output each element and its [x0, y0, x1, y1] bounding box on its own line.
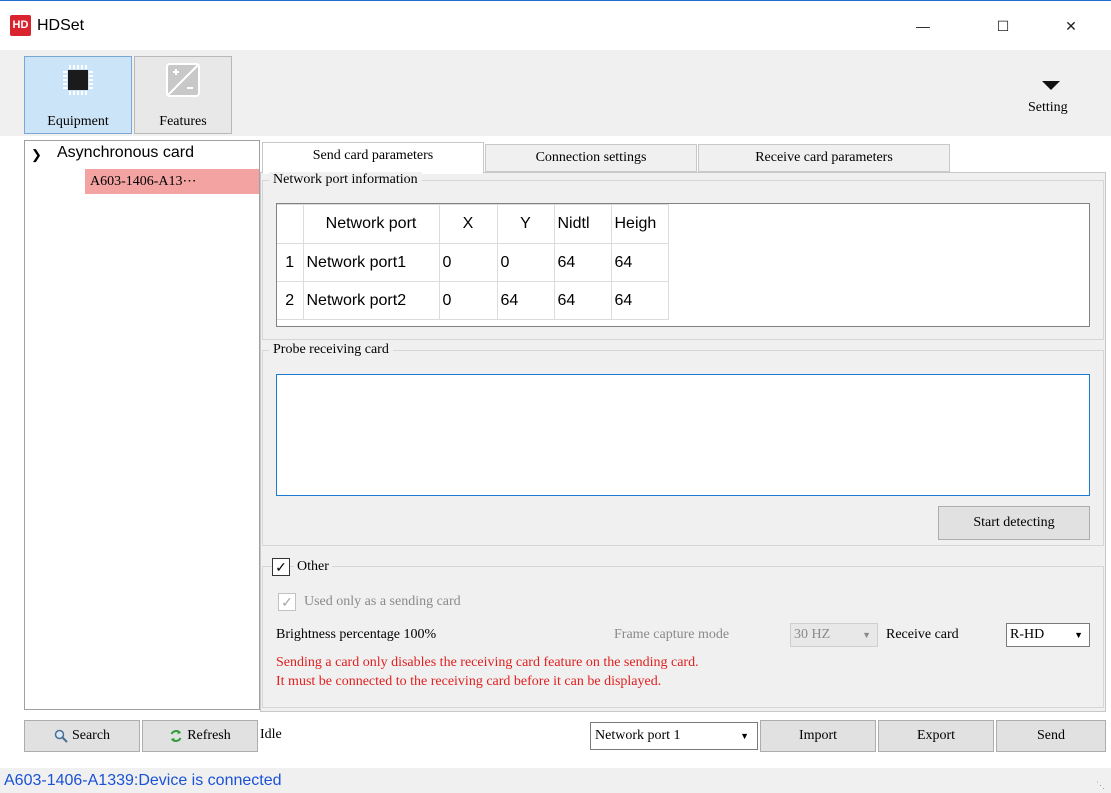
start-detecting-button[interactable]: Start detecting — [938, 506, 1090, 540]
plus-minus-icon — [166, 63, 200, 97]
tree-root-item[interactable]: Asynchronous card — [57, 144, 194, 162]
tree-device-item[interactable]: A603-1406-A13⋯ — [85, 169, 259, 194]
caret-down-icon[interactable] — [1042, 81, 1060, 90]
tab-send-card-parameters[interactable]: Send card parameters — [262, 142, 484, 174]
title-bar: HD HDSet — ☐ ✕ — [0, 0, 1111, 50]
probe-group-title: Probe receiving card — [269, 342, 393, 358]
tab-connection-settings[interactable]: Connection settings — [485, 144, 697, 172]
table-header-row: Network port X Y Nidtl Heigh — [277, 204, 669, 244]
table-row[interactable]: 1 Network port1 0 0 64 64 — [277, 243, 669, 282]
cell-y[interactable]: 64 — [496, 281, 555, 320]
column-header-x: X — [438, 204, 498, 244]
chevron-down-icon: ▼ — [862, 630, 871, 640]
row-index: 2 — [277, 281, 304, 320]
cell-height[interactable]: 64 — [610, 243, 669, 282]
cell-x[interactable]: 0 — [438, 281, 498, 320]
chevron-down-icon[interactable]: ❯ — [31, 147, 42, 163]
send-only-checkbox[interactable]: ✓ — [278, 593, 296, 611]
network-port-group-title: Network port information — [269, 172, 422, 188]
brightness-percentage-label: Brightness percentage 100% — [276, 627, 437, 642]
row-index: 1 — [277, 243, 304, 282]
refresh-button[interactable]: Refresh — [142, 720, 258, 752]
window-title: HDSet — [37, 17, 85, 34]
search-label: Search — [71, 728, 111, 743]
cell-port[interactable]: Network port2 — [302, 281, 440, 320]
magnifier-icon — [54, 729, 68, 743]
receive-card-label: Receive card — [886, 627, 959, 642]
device-tree: ❯ Asynchronous card A603-1406-A13⋯ — [24, 140, 260, 710]
refresh-label: Refresh — [187, 728, 231, 743]
tab-receive-card-parameters[interactable]: Receive card parameters — [698, 144, 950, 172]
send-button[interactable]: Send — [996, 720, 1106, 752]
resize-grip-icon[interactable]: ⋱ — [1096, 780, 1106, 790]
network-port-select-value: Network port 1 — [595, 728, 681, 743]
search-button[interactable]: Search — [24, 720, 140, 752]
hd-logo-icon: HD — [10, 15, 31, 36]
column-header-y: Y — [496, 204, 555, 244]
warning-text-line1: Sending a card only disables the receivi… — [276, 655, 699, 670]
cell-y[interactable]: 0 — [496, 243, 555, 282]
cell-port[interactable]: Network port1 — [302, 243, 440, 282]
features-button[interactable]: Features — [134, 56, 232, 134]
cell-x[interactable]: 0 — [438, 243, 498, 282]
setting-menu[interactable]: Setting — [1028, 100, 1068, 116]
frame-capture-value: 30 HZ — [794, 627, 831, 642]
other-checkbox[interactable]: ✓ — [272, 558, 290, 576]
warning-text-line2: It must be connected to the receiving ca… — [276, 674, 662, 689]
column-header-height: Heigh — [610, 204, 669, 244]
import-button[interactable]: Import — [760, 720, 876, 752]
minimize-button[interactable]: — — [900, 11, 946, 41]
close-button[interactable]: ✕ — [1048, 11, 1094, 41]
toolbar: Equipment Features — [0, 50, 1111, 136]
network-port-select[interactable]: Network port 1 ▼ — [590, 722, 758, 750]
frame-capture-label: Frame capture mode — [614, 627, 730, 642]
chevron-down-icon: ▼ — [1074, 630, 1083, 640]
chip-icon — [63, 65, 93, 95]
status-idle-text: Idle — [260, 727, 282, 742]
column-header-width: Nidtl — [553, 204, 612, 244]
receive-card-select[interactable]: R-HD ▼ — [1006, 623, 1090, 647]
frame-capture-select[interactable]: 30 HZ ▼ — [790, 623, 878, 647]
export-button[interactable]: Export — [878, 720, 994, 752]
table-row[interactable]: 2 Network port2 0 64 64 64 — [277, 281, 669, 320]
send-only-label: Used only as a sending card — [304, 594, 461, 609]
chevron-down-icon: ▼ — [740, 731, 749, 741]
maximize-button[interactable]: ☐ — [980, 11, 1026, 41]
cell-height[interactable]: 64 — [610, 281, 669, 320]
network-port-grid[interactable]: Network port X Y Nidtl Heigh 1 Network p… — [276, 203, 1090, 327]
cell-width[interactable]: 64 — [553, 281, 612, 320]
equipment-button[interactable]: Equipment — [24, 56, 132, 134]
probe-results-list[interactable] — [276, 374, 1090, 496]
other-group-title: Other — [294, 558, 332, 576]
network-port-table: Network port X Y Nidtl Heigh 1 Network p… — [277, 204, 669, 320]
status-message: A603-1406-A1339:Device is connected — [4, 772, 282, 789]
column-header-port: Network port — [302, 204, 440, 244]
cell-width[interactable]: 64 — [553, 243, 612, 282]
refresh-icon — [170, 729, 182, 742]
features-label: Features — [159, 114, 207, 129]
row-header-corner — [277, 204, 304, 244]
equipment-label: Equipment — [47, 114, 109, 129]
receive-card-value: R-HD — [1010, 627, 1045, 642]
